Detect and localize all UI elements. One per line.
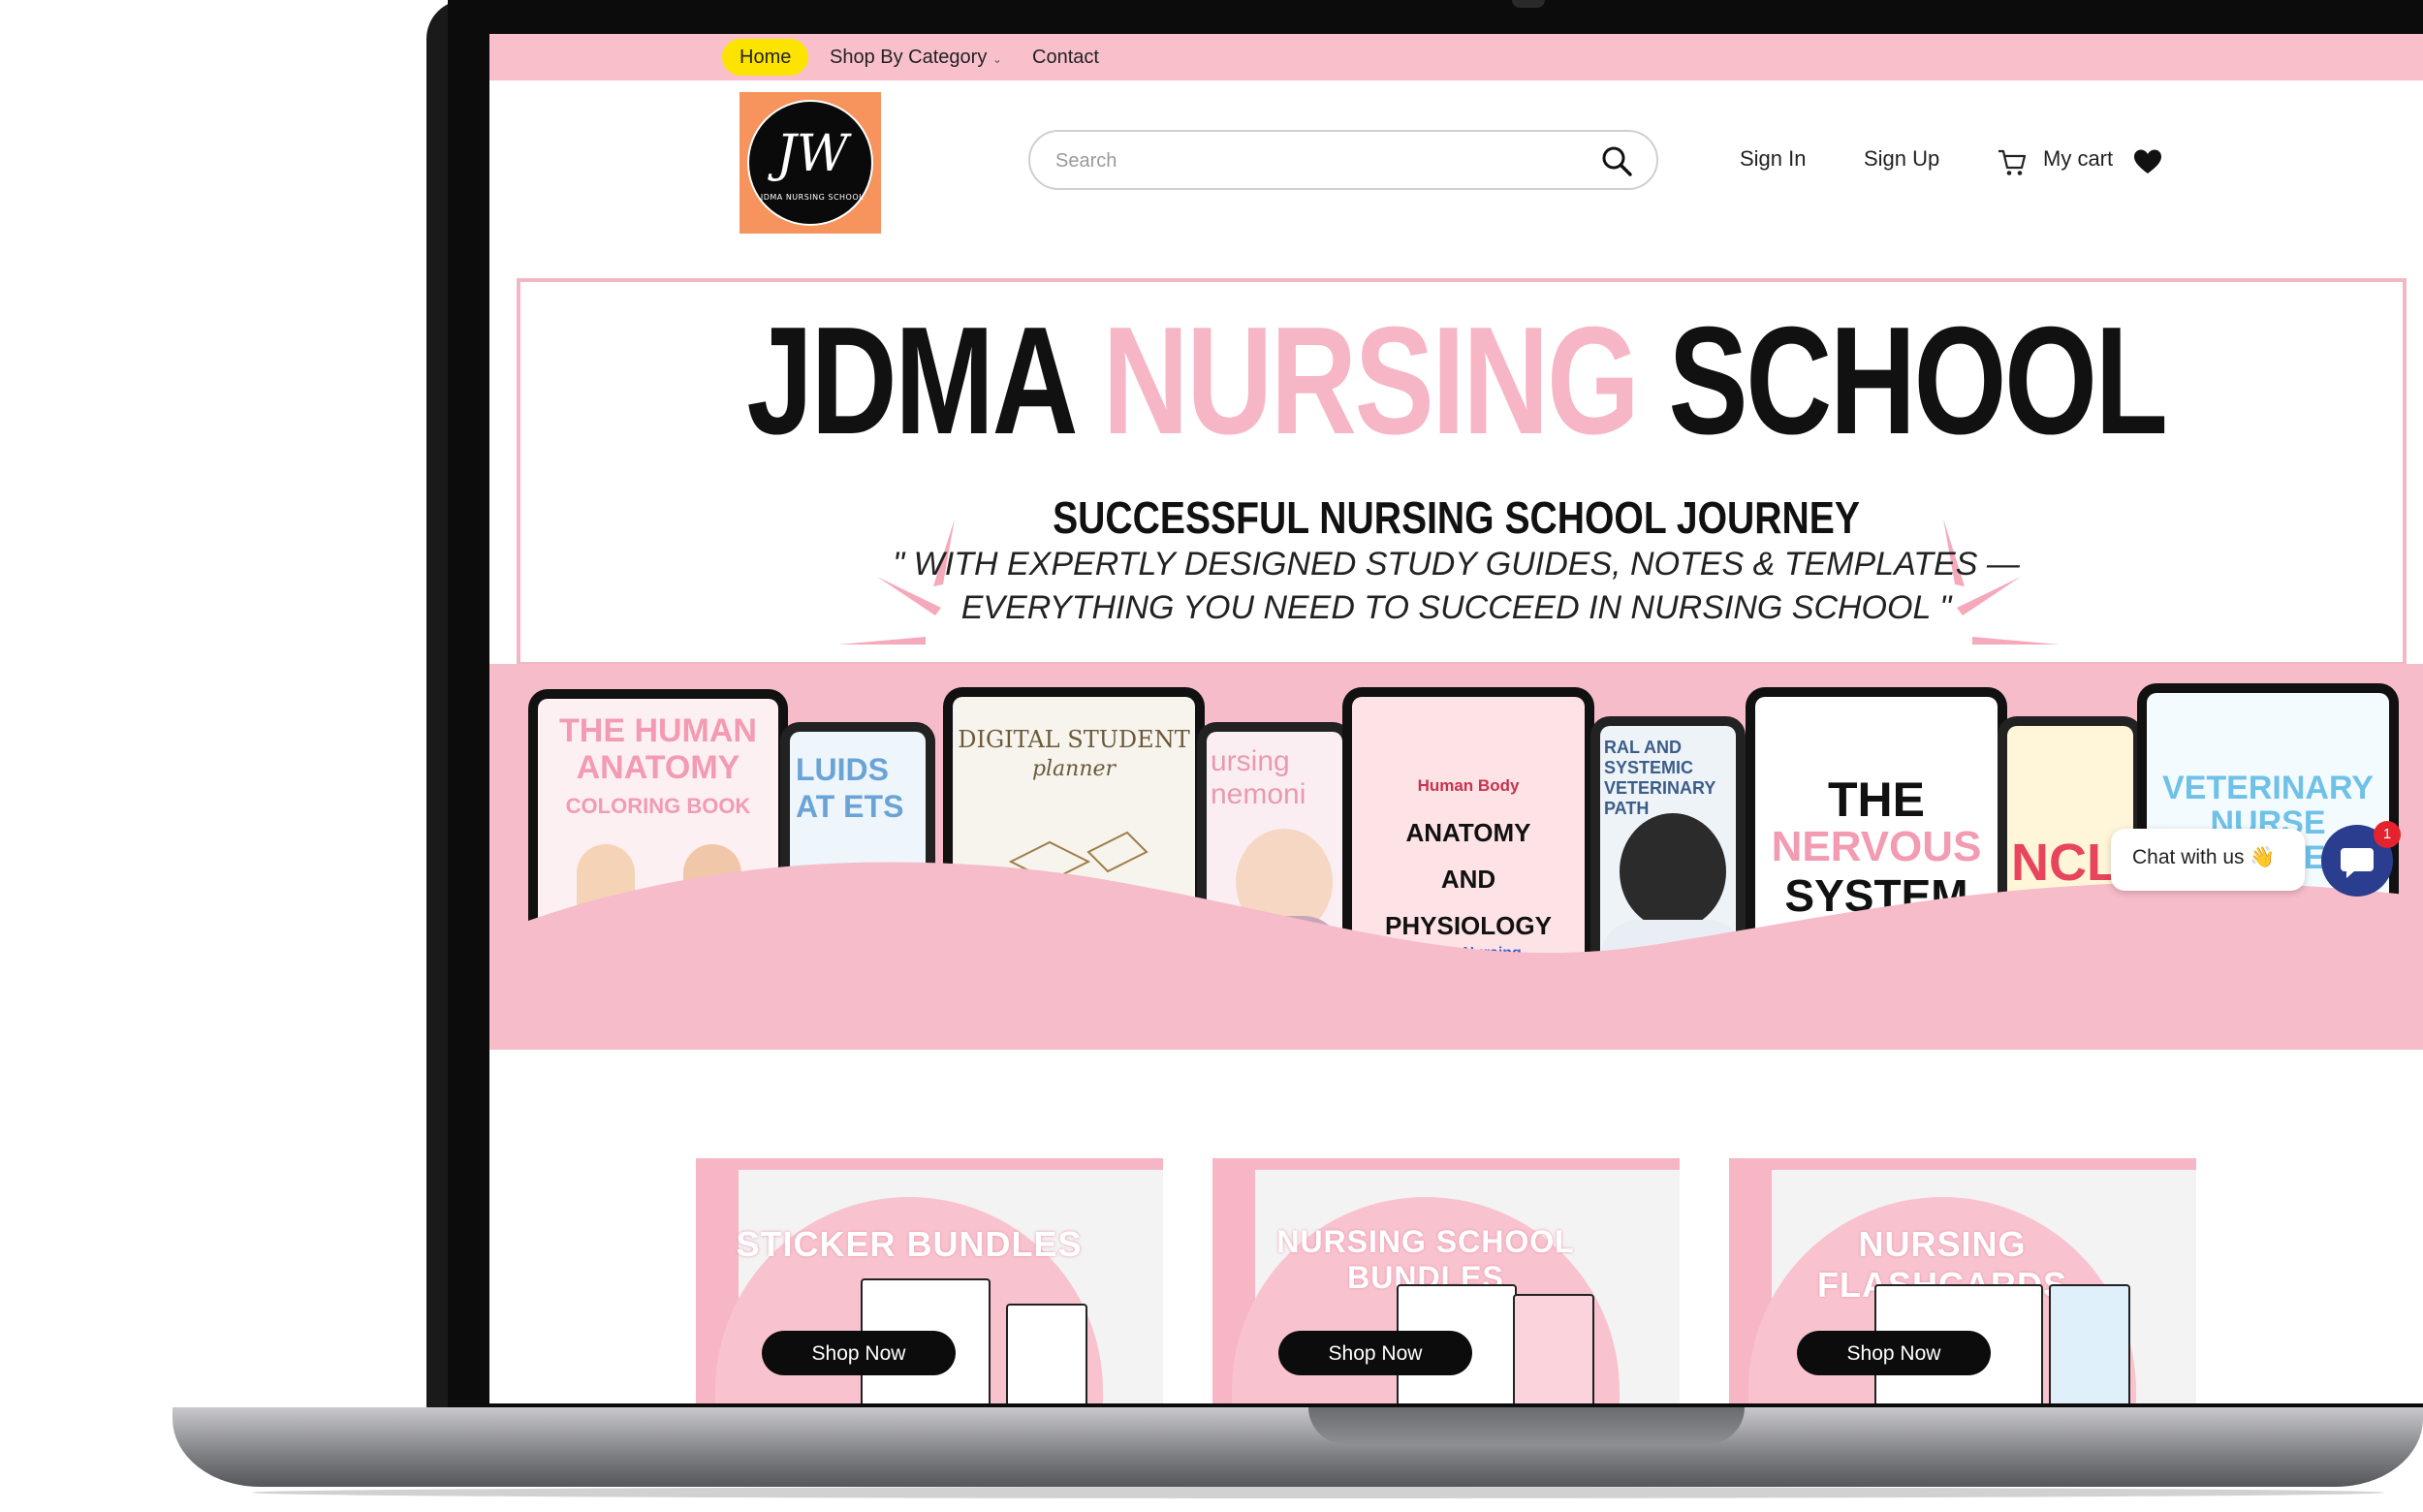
shop-now-button[interactable]: Shop Now (762, 1331, 956, 1375)
search-input[interactable] (1054, 142, 1581, 180)
hero-quote-line2: EVERYTHING YOU NEED TO SUCCEED IN NURSIN… (960, 589, 1952, 626)
my-cart-link[interactable]: My cart (2043, 146, 2113, 172)
chevron-down-icon: ⌄ (991, 52, 1002, 66)
tablet-title: ursing nemoni (1211, 745, 1306, 810)
heart-icon[interactable] (2133, 148, 2162, 175)
nav-home[interactable]: Home (722, 39, 809, 76)
hero-banner[interactable]: JDMA NURSING SCHOOL SUCCESSFUL NURSING S… (489, 257, 2423, 1050)
nav-contact[interactable]: Contact (1032, 34, 1099, 80)
category-card-nursing-flashcards[interactable]: NURSING FLASHCARDS Shop Now (1729, 1158, 2196, 1403)
laptop-shadow (252, 1487, 2384, 1498)
category-card-sticker-bundles[interactable]: STICKER BUNDLES Shop Now (696, 1158, 1163, 1403)
laptop-base (173, 1407, 2423, 1487)
camera-notch (1512, 0, 1545, 8)
search-bar (1028, 130, 1658, 190)
chat-bubble[interactable]: Chat with us 👋 (2111, 829, 2305, 891)
hero-title: JDMA NURSING SCHOOL (702, 303, 2210, 458)
tablet-title: LUIDS AT ETS (796, 752, 904, 824)
category-card-nursing-school-bundles[interactable]: NURSING SCHOOL BUNDLES Shop Now (1212, 1158, 1680, 1403)
category-title: STICKER BUNDLES (736, 1224, 1083, 1264)
hero-subtitle: SUCCESSFUL NURSING SCHOOL JOURNEY (1053, 492, 1860, 543)
card-product-image (1513, 1294, 1594, 1403)
search-icon[interactable] (1600, 144, 1633, 177)
hero-title-part1: JDMA (746, 296, 1103, 466)
hero-title-part2: NURSING (1102, 296, 1640, 466)
logo-subtitle: JDMA NURSING SCHOOL (760, 193, 865, 202)
sign-up-link[interactable]: Sign Up (1864, 146, 1939, 172)
logo-monogram: JW (775, 125, 849, 183)
tablet-title: DIGITAL STUDENT (958, 726, 1190, 753)
hero-title-part3: SCHOOL (1637, 296, 2168, 466)
card-product-image (1006, 1304, 1087, 1403)
logo-badge: JW JDMA NURSING SCHOOL (747, 100, 873, 226)
laptop-opening-notch (1308, 1407, 1745, 1444)
shop-now-button[interactable]: Shop Now (1797, 1331, 1991, 1375)
tablet-title: THE HUMAN ANATOMY (559, 712, 757, 786)
card-product-image (2049, 1284, 2130, 1403)
chat-label: Chat with us 👋 (2132, 846, 2276, 868)
site-logo[interactable]: JW JDMA NURSING SCHOOL (739, 92, 881, 234)
tablet-title: RAL AND SYSTEMIC VETERINARY PATH (1604, 738, 1716, 818)
cart-icon[interactable] (1997, 148, 2028, 177)
tablet-kicker: Human Body (1417, 776, 1520, 795)
nav-shop-by-category[interactable]: Shop By Category ⌄ (830, 34, 1002, 80)
tablet-subtitle: COLORING BOOK (565, 794, 751, 818)
top-nav-bar: Home Shop By Category ⌄ Contact (489, 34, 2423, 80)
hero-quote-line1: " WITH EXPERTLY DESIGNED STUDY GUIDES, N… (893, 546, 2020, 583)
website-screen: Home Shop By Category ⌄ Contact JW JDMA … (489, 34, 2423, 1403)
sign-in-link[interactable]: Sign In (1740, 146, 1807, 172)
tablet-title-line1: THE (1828, 772, 1925, 827)
nav-shop-label: Shop By Category (830, 47, 988, 68)
chat-notification-badge: 1 (2374, 821, 2401, 848)
tablet-subtitle: planner (1031, 757, 1117, 781)
shop-now-button[interactable]: Shop Now (1278, 1331, 1472, 1375)
